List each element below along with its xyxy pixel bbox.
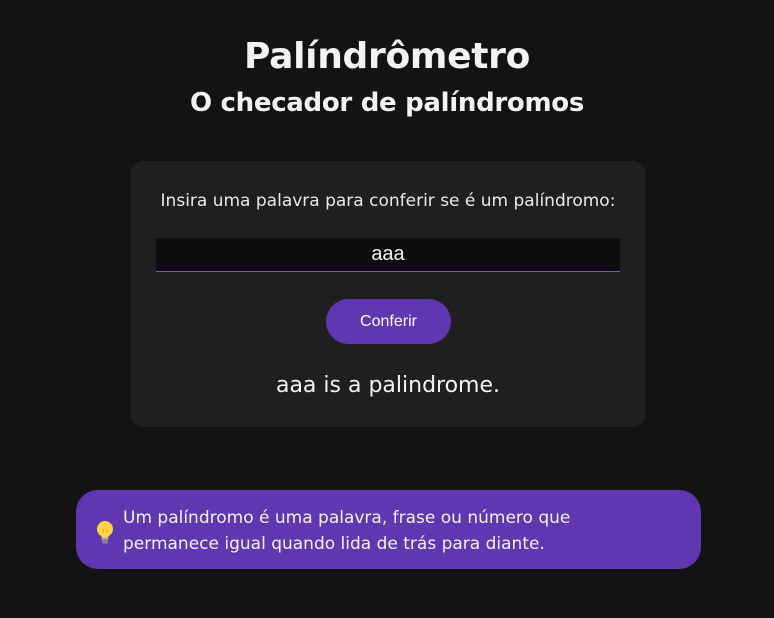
check-button[interactable]: Conferir: [326, 299, 451, 344]
page-subtitle: O checador de palíndromos: [189, 88, 585, 118]
word-input[interactable]: [156, 238, 620, 272]
checker-card: Insira uma palavra para conferir se é um…: [131, 161, 645, 427]
input-prompt-label: Insira uma palavra para conferir se é um…: [160, 191, 616, 211]
lightbulb-icon: [97, 521, 113, 544]
page-title: Palíndrômetro: [244, 36, 530, 77]
result-text: aaa is a palindrome.: [275, 373, 501, 398]
info-text: Um palíndromo é uma palavra, frase ou nú…: [123, 508, 571, 554]
info-box: Um palíndromo é uma palavra, frase ou nú…: [76, 490, 701, 569]
page: Palíndrômetro O checador de palíndromos …: [0, 0, 774, 618]
